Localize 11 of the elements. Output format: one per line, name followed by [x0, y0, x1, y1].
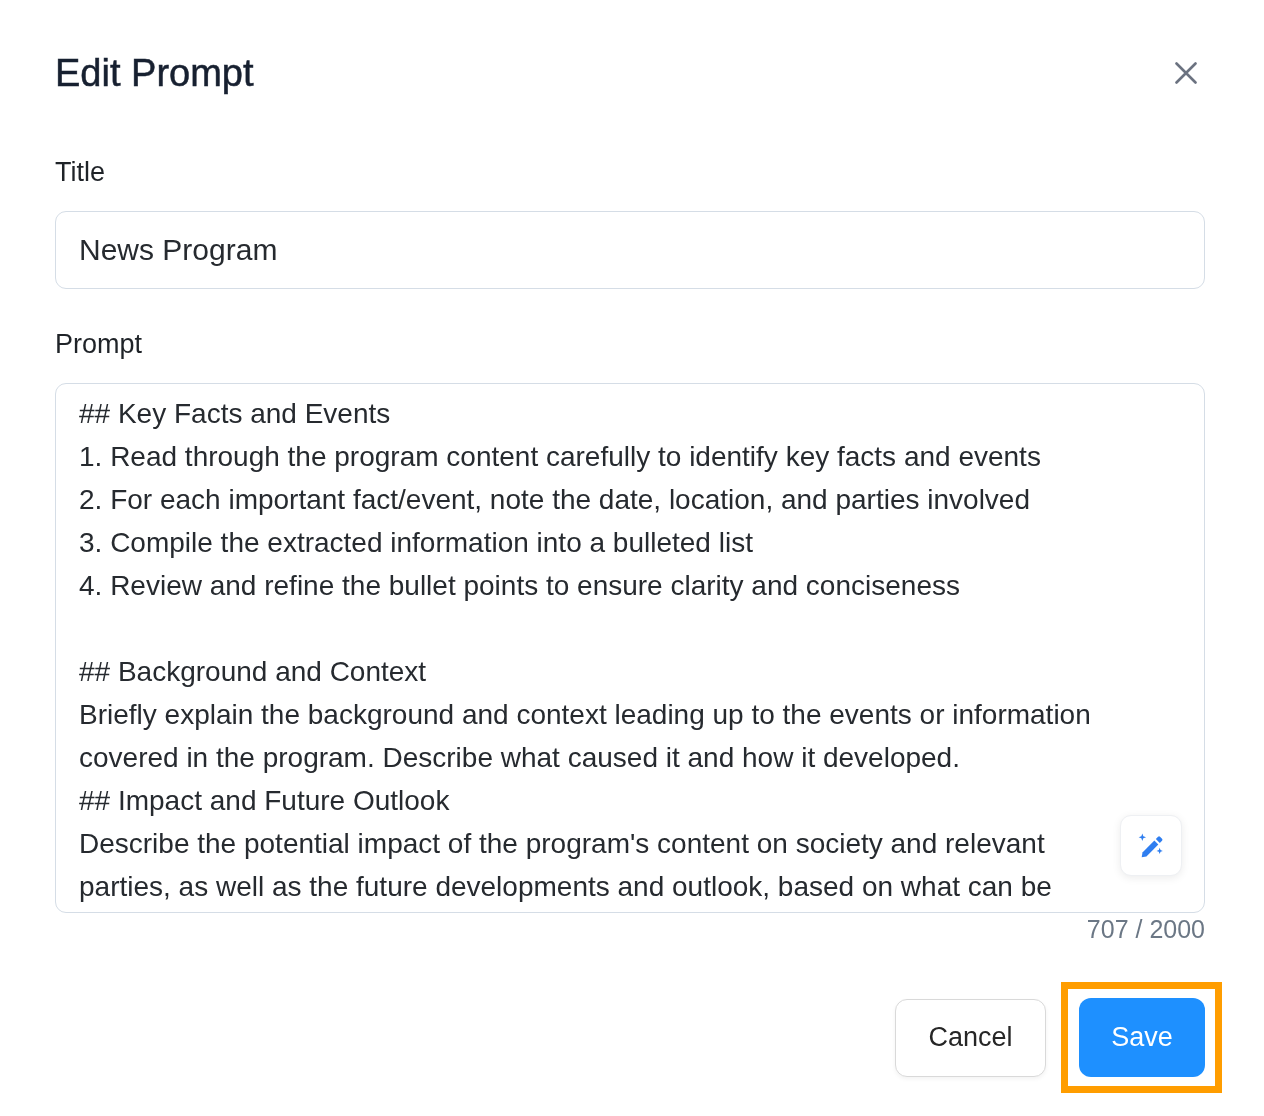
pencil-sparkle-icon	[1138, 832, 1164, 859]
cancel-button[interactable]: Cancel	[895, 998, 1046, 1077]
field-label: Prompt	[55, 329, 143, 359]
character-counter: 707 / 2000	[1086, 915, 1205, 943]
title-input[interactable]: News Program	[55, 211, 1205, 289]
pencil-sparkle-button[interactable]	[1120, 815, 1182, 876]
close-icon	[1175, 62, 1197, 84]
close-button[interactable]	[1175, 62, 1197, 84]
field-label: Title	[55, 157, 105, 187]
dialog-title: Edit Prompt	[55, 51, 254, 95]
prompt-textarea[interactable]: ## Key Facts and Events 1. Read through the program content carefully to identify key facts and events 2. For each important fact/event, note the date, location, and parties involved 3. Compile the extracted information into a bulleted list 4. Review and refine the bullet points to ensure clarity and conciseness ## Background and Context Briefly explain the background and context leading up to the events or information covered in the program. Describe what caused it and how it developed. ## Impact and Future Outlook Describe the potential impact of the program's content on society and relevant parties, as well as the future developments and outlook, based on what can be	[55, 383, 1205, 913]
